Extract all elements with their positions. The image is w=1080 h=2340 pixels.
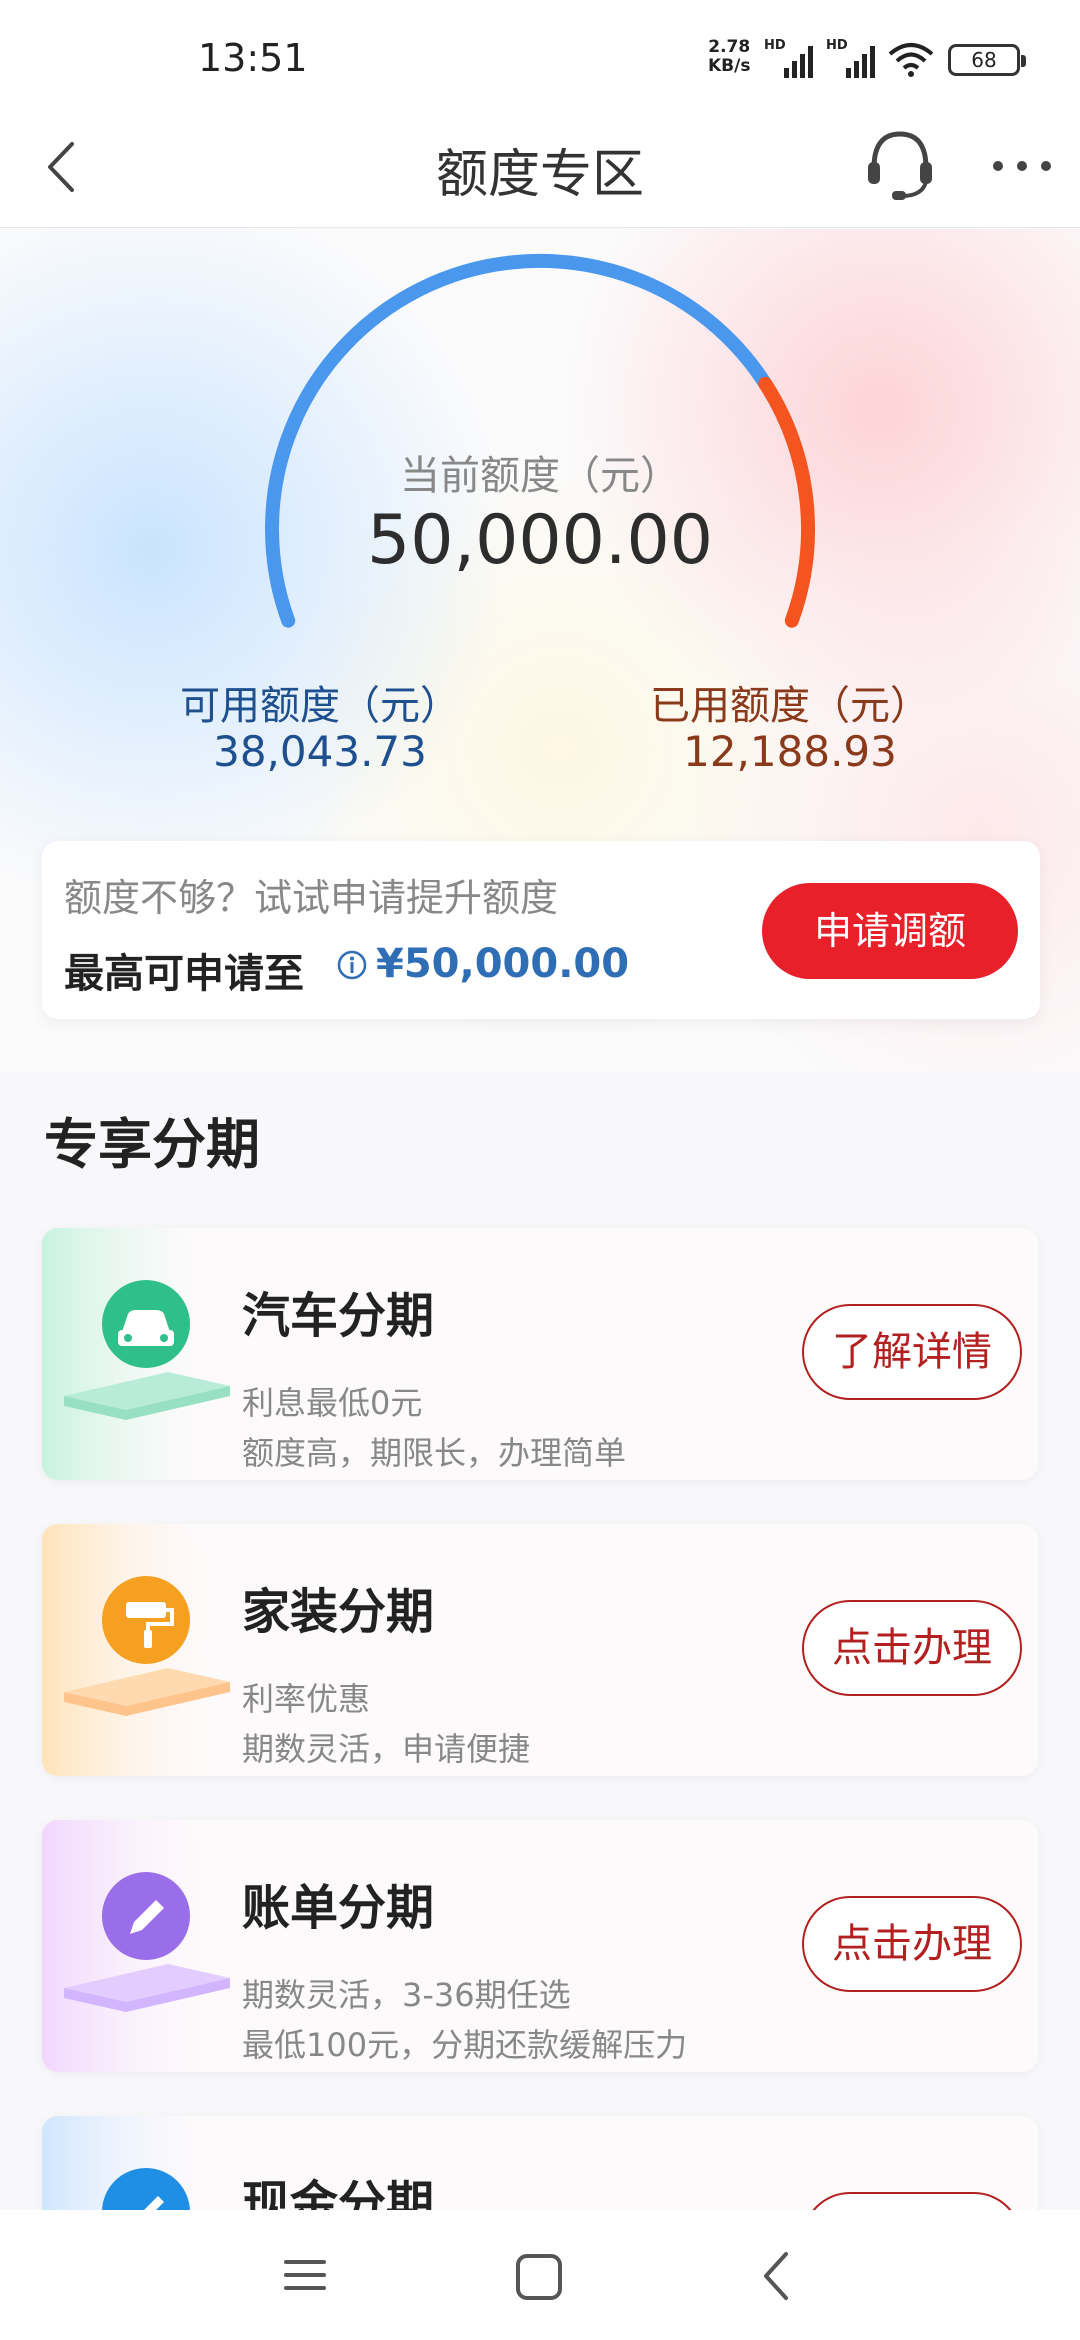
menu-icon[interactable]: [280, 2250, 330, 2300]
installment-title: 账单分期: [242, 1880, 435, 1936]
top-navigation: 额度专区: [0, 110, 1080, 228]
signal-hd-label: HD: [764, 38, 786, 53]
installment-desc-1: 利息最低0元: [242, 1384, 423, 1422]
installment-title: 家装分期: [242, 1584, 435, 1640]
current-limit-value: 50,000.00: [366, 501, 714, 580]
installment-card-bill[interactable]: 账单分期 期数灵活，3-36期任选 最低100元，分期还款缓解压力 点击办理: [42, 1820, 1038, 2072]
signal-hd-label: HD: [826, 38, 848, 53]
available-limit-label: 可用额度（元）: [180, 683, 460, 729]
credit-overview: 当前额度（元） 50,000.00 可用额度（元） 38,043.73 已用额度…: [0, 229, 1080, 1071]
home-icon[interactable]: [512, 2250, 566, 2304]
apply-now-button[interactable]: 点击办理: [802, 1896, 1022, 1992]
installment-desc-2: 最低100元，分期还款缓解压力: [242, 2026, 688, 2064]
installment-desc-2: 额度高，期限长，办理简单: [242, 1434, 627, 1472]
available-limit-value: 38,043.73: [213, 727, 427, 776]
network-speed-value: 2.78: [708, 37, 751, 57]
pencil-icon: [64, 1872, 230, 2012]
car-icon: [64, 1280, 230, 1420]
installment-desc-1: 利率优惠: [242, 1680, 371, 1718]
max-limit-value: ¥50,000.00: [376, 941, 630, 987]
more-icon[interactable]: [990, 154, 1054, 178]
installment-desc-2: 期数灵活，申请便捷: [242, 1730, 531, 1768]
installment-card-home[interactable]: 家装分期 利率优惠 期数灵活，申请便捷 点击办理: [42, 1524, 1038, 1776]
network-speed: 2.78 KB/s: [708, 38, 750, 76]
credit-page: 13:51 2.78 KB/s HD HD 68 额度专区 当前额度（元） 50…: [0, 0, 1080, 2340]
limit-increase-card: 额度不够？试试申请提升额度 最高可申请至 ¥50,000.00 申请调额: [42, 841, 1040, 1019]
headset-icon[interactable]: [862, 124, 938, 204]
system-navigation-bar: [0, 2210, 1080, 2340]
used-limit-label: 已用额度（元）: [650, 683, 930, 729]
network-speed-unit: KB/s: [708, 56, 751, 76]
wifi-icon: [888, 43, 934, 77]
back-nav-icon[interactable]: [756, 2248, 796, 2304]
learn-more-button[interactable]: 了解详情: [802, 1304, 1022, 1400]
section-title: 专享分期: [44, 1113, 260, 1176]
current-limit-label: 当前额度（元）: [400, 453, 680, 499]
status-bar: 13:51 2.78 KB/s HD HD 68: [0, 0, 1080, 110]
apply-now-button[interactable]: 点击办理: [802, 1600, 1022, 1696]
installment-card-car[interactable]: 汽车分期 利息最低0元 额度高，期限长，办理简单 了解详情: [42, 1228, 1038, 1480]
used-limit-value: 12,188.93: [683, 727, 897, 776]
paint-roller-icon: [64, 1576, 230, 1716]
status-time: 13:51: [198, 36, 308, 80]
info-icon[interactable]: [336, 949, 368, 981]
installment-title: 汽车分期: [242, 1288, 435, 1344]
apply-limit-increase-button[interactable]: 申请调额: [762, 883, 1018, 979]
signal-icon: HD: [826, 38, 882, 78]
limit-hint: 额度不够？试试申请提升额度: [64, 876, 559, 920]
battery-indicator: 68: [948, 44, 1026, 76]
signal-icon: HD: [764, 38, 820, 78]
max-limit-label: 最高可申请至: [64, 951, 304, 997]
installment-desc-1: 期数灵活，3-36期任选: [242, 1976, 571, 2014]
